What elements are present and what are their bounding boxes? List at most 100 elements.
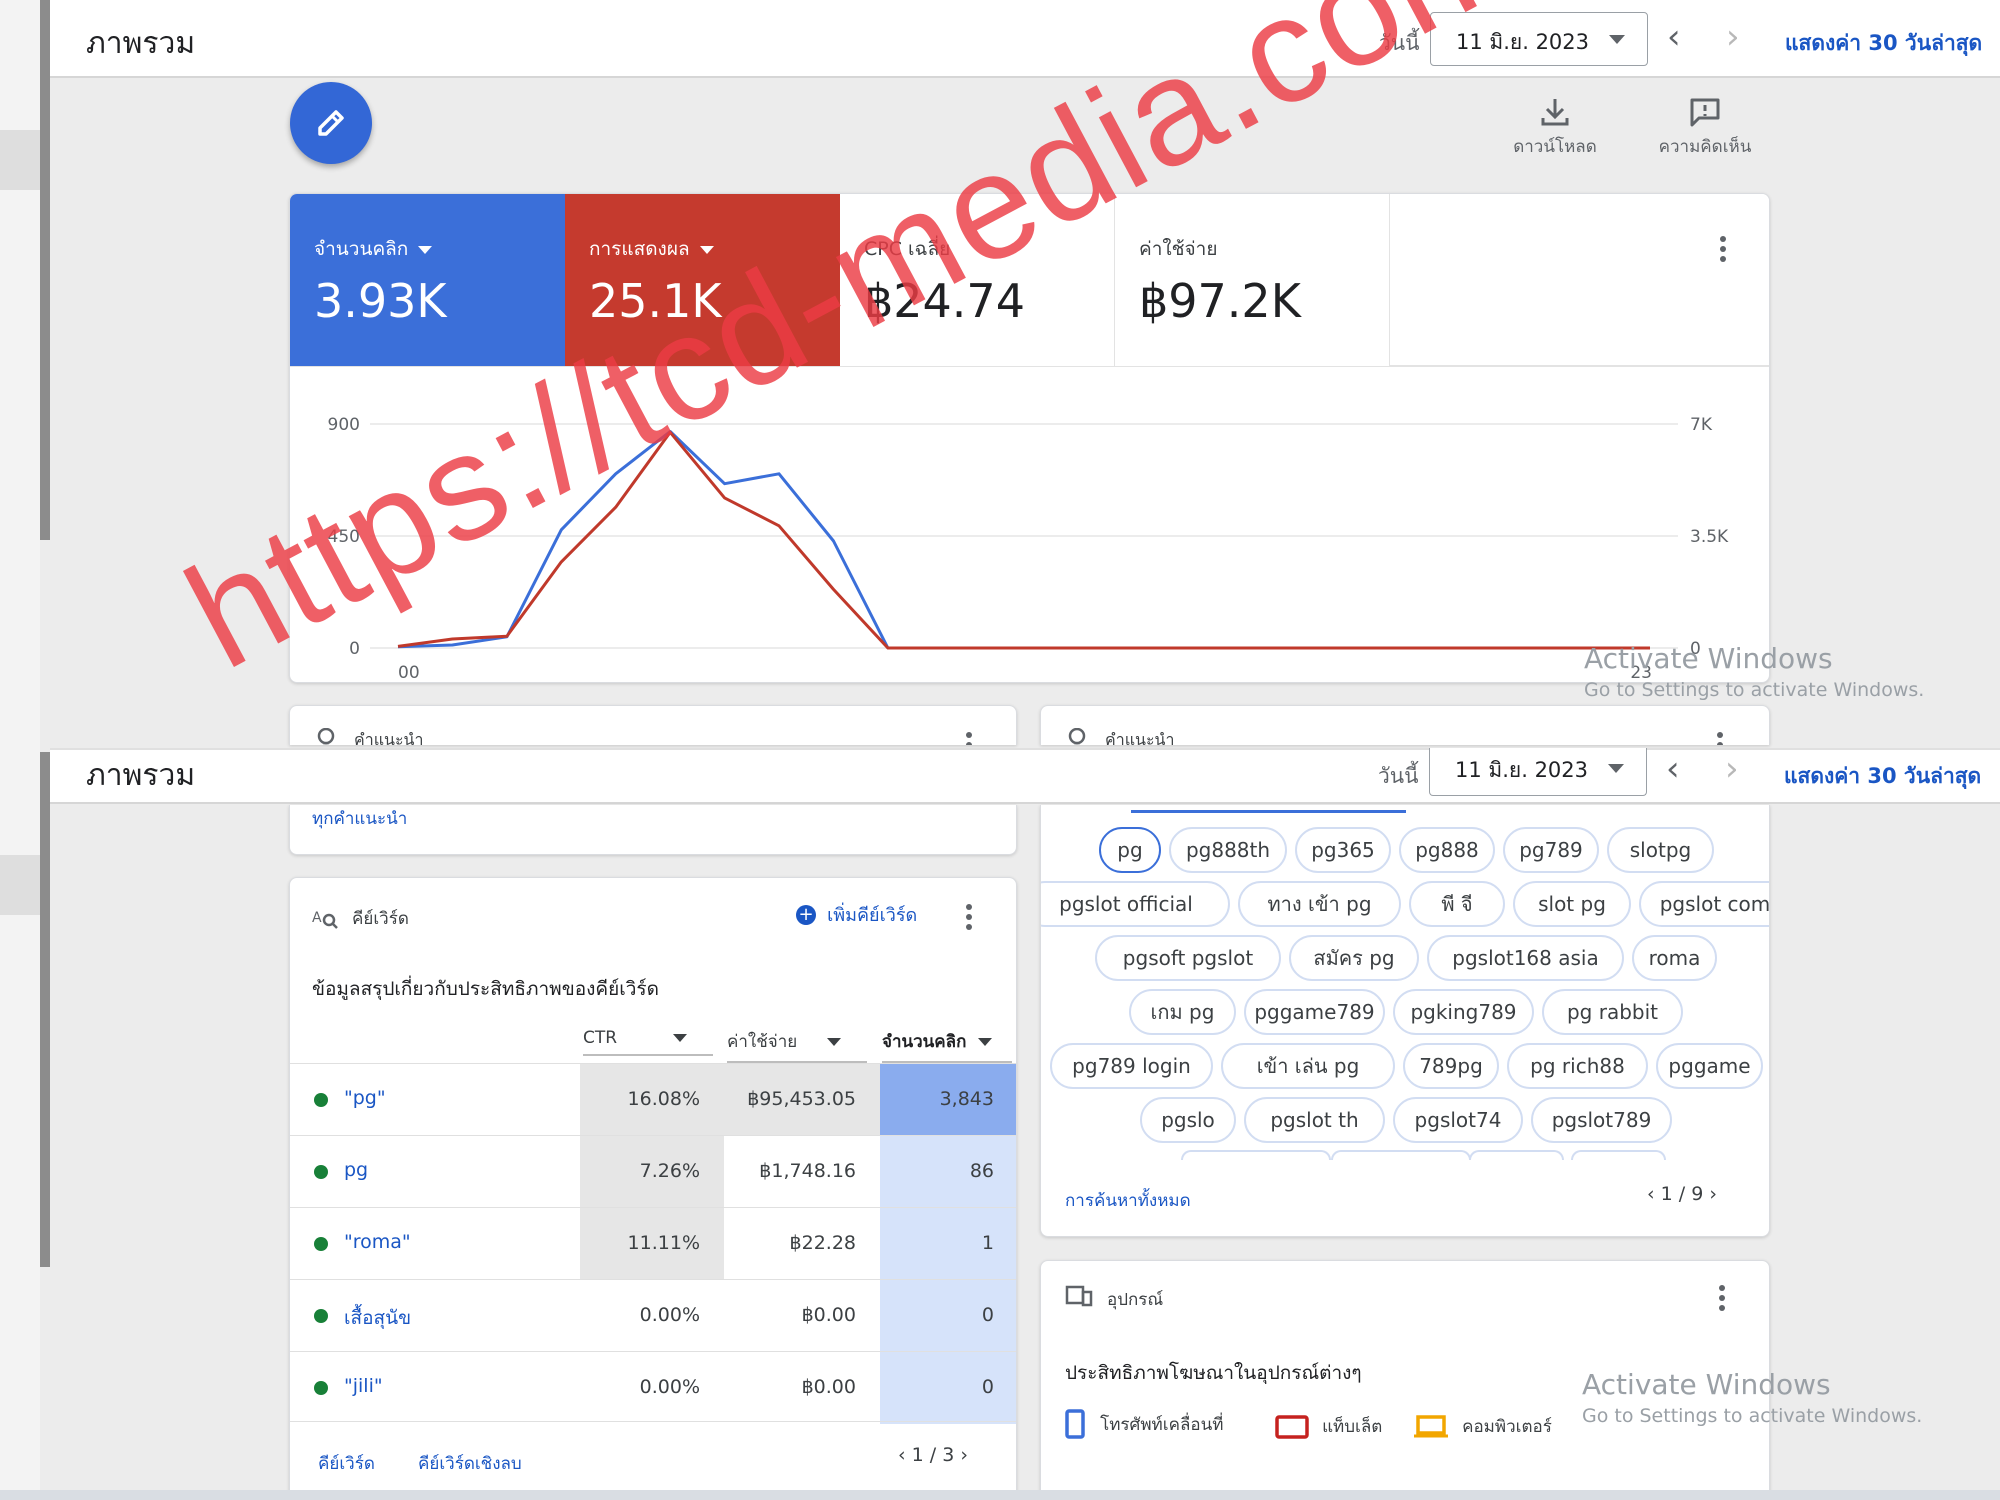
- search-term-chip[interactable]: slotpg: [1607, 827, 1714, 873]
- keyword-name[interactable]: "roma": [344, 1231, 411, 1253]
- ctr-cell: 7.26%: [580, 1136, 724, 1208]
- search-term-chip[interactable]: pg365: [1295, 827, 1391, 873]
- left-scrollbar[interactable]: [40, 0, 50, 540]
- search-term-chip[interactable]: pgslo: [1140, 1097, 1236, 1143]
- pencil-icon: [318, 110, 344, 136]
- more-options-icon[interactable]: [1717, 732, 1723, 745]
- search-term-chip[interactable]: roma: [1632, 935, 1717, 981]
- clicks-header-label: จำนวนคลิก: [882, 1032, 967, 1052]
- sort-caret-icon: [673, 1034, 688, 1042]
- table-row[interactable]: เสื้อสุนัข 0.00% ฿0.00 0: [290, 1279, 1016, 1352]
- left-nav-active-item-2: [0, 855, 40, 915]
- svg-text:A: A: [312, 910, 322, 926]
- search-term-chip[interactable]: pgslot74: [1393, 1097, 1523, 1143]
- search-term-chip[interactable]: ทาง เข้า pg: [1238, 881, 1401, 927]
- metric-clicks-value: 3.93K: [314, 274, 447, 328]
- next-date-icon[interactable]: ›: [1726, 20, 1740, 54]
- table-row[interactable]: "pg" 16.08% ฿95,453.05 3,843: [290, 1063, 1016, 1136]
- search-term-chip[interactable]: pgslot official: [1041, 881, 1230, 927]
- search-term-chip-partial: [1571, 1150, 1666, 1160]
- prev-date-icon[interactable]: ‹: [1667, 20, 1681, 54]
- show-last-30-days-link[interactable]: แสดงค่า 30 วันล่าสุด: [1785, 27, 1982, 60]
- search-term-chip[interactable]: pgking789: [1393, 989, 1534, 1035]
- tab-negative-keywords[interactable]: คีย์เวิร์ดเชิงลบ: [418, 1450, 522, 1477]
- add-keyword-button[interactable]: + เพิ่มคีย์เวิร์ด: [796, 900, 917, 929]
- status-dot: [314, 1165, 328, 1179]
- column-header-clicks[interactable]: จำนวนคลิก: [882, 1028, 1012, 1063]
- keyword-name[interactable]: "jili": [344, 1375, 383, 1397]
- activate-line1: Activate Windows: [1582, 1368, 1831, 1401]
- prev-date-icon[interactable]: ‹: [1666, 752, 1680, 786]
- tab-keywords[interactable]: คีย์เวิร์ด: [318, 1450, 375, 1477]
- search-term-chip-partial: [1331, 1150, 1471, 1160]
- activate-line1: Activate Windows: [1584, 642, 1833, 675]
- laptop-icon: [1414, 1414, 1448, 1437]
- date-value-2: 11 มิ.ย. 2023: [1455, 758, 1589, 782]
- download-button[interactable]: ดาวน์โหลด: [1500, 96, 1610, 160]
- more-options-icon[interactable]: [1719, 1285, 1725, 1315]
- cost-header-label: ค่าใช้จ่าย: [727, 1032, 798, 1052]
- searches-pager: ‹ 1 / 9 ›: [1647, 1183, 1717, 1205]
- search-term-chip[interactable]: เข้า เล่น pg: [1221, 1043, 1395, 1089]
- page-title: ภาพรวม: [86, 26, 196, 61]
- next-page-icon[interactable]: ›: [960, 1444, 968, 1466]
- metric-cost[interactable]: ค่าใช้จ่าย ฿97.2K: [1115, 194, 1390, 366]
- show-last-30-days-link-2[interactable]: แสดงค่า 30 วันล่าสุด: [1784, 760, 1981, 793]
- more-options-icon[interactable]: [966, 904, 972, 934]
- edit-button[interactable]: [290, 82, 372, 164]
- keywords-subtitle: ข้อมูลสรุปเกี่ยวกับประสิทธิภาพของคีย์เวิ…: [312, 978, 659, 1000]
- date-select-2[interactable]: 11 มิ.ย. 2023: [1429, 748, 1647, 796]
- search-term-chip[interactable]: สมัคร pg: [1289, 935, 1419, 981]
- metric-cost-label: ค่าใช้จ่าย: [1139, 238, 1218, 260]
- table-row[interactable]: pg 7.26% ฿1,748.16 86: [290, 1135, 1016, 1208]
- all-recommendations-link[interactable]: ทุกคำแนะนำ: [312, 805, 407, 832]
- next-page-icon[interactable]: ›: [1709, 1183, 1717, 1205]
- search-term-chip[interactable]: pggame: [1656, 1043, 1763, 1089]
- search-term-chip[interactable]: pgslot com: [1639, 881, 1769, 927]
- column-header-ctr[interactable]: CTR: [583, 1028, 713, 1056]
- metric-clicks[interactable]: จำนวนคลิก 3.93K: [290, 194, 565, 366]
- search-term-chip[interactable]: pg: [1099, 827, 1161, 873]
- next-date-icon[interactable]: ›: [1725, 752, 1739, 786]
- status-dot: [314, 1237, 328, 1251]
- keyword-name[interactable]: "pg": [344, 1087, 386, 1109]
- table-row[interactable]: "jili" 0.00% ฿0.00 0: [290, 1351, 1016, 1424]
- column-header-cost[interactable]: ค่าใช้จ่าย: [727, 1028, 867, 1063]
- left-nav-strip: [0, 0, 40, 1500]
- recommendation-card-right: คำแนะนำ: [1040, 705, 1770, 745]
- feedback-button[interactable]: ความคิดเห็น: [1645, 96, 1765, 160]
- activate-windows-notice-2: Activate Windows Go to Settings to activ…: [1582, 1368, 1922, 1427]
- table-row[interactable]: "roma" 11.11% ฿22.28 1: [290, 1207, 1016, 1280]
- left-scrollbar-2[interactable]: [40, 752, 50, 1267]
- prev-page-icon[interactable]: ‹: [898, 1444, 906, 1466]
- search-term-chip[interactable]: pgslot789: [1531, 1097, 1672, 1143]
- search-term-chip[interactable]: pgslot168 asia: [1427, 935, 1624, 981]
- search-term-chip[interactable]: เกม pg: [1129, 989, 1236, 1035]
- top-header: ภาพรวม วันนี้ 11 มิ.ย. 2023 ‹ › แสดงค่า …: [50, 0, 2000, 78]
- search-term-chip[interactable]: pg888th: [1169, 827, 1287, 873]
- search-term-chip[interactable]: pgsoft pgslot: [1095, 935, 1281, 981]
- search-term-chip[interactable]: pg888: [1399, 827, 1495, 873]
- all-searches-link[interactable]: การค้นหาทั้งหมด: [1065, 1187, 1191, 1214]
- search-term-chip[interactable]: pg rich88: [1507, 1043, 1648, 1089]
- search-term-chip[interactable]: pg rabbit: [1542, 989, 1683, 1035]
- status-dot: [314, 1093, 328, 1107]
- keyword-name[interactable]: เสื้อสุนัข: [344, 1303, 411, 1333]
- search-term-chip-partial: [1181, 1150, 1331, 1160]
- search-term-chip[interactable]: slot pg: [1513, 881, 1631, 927]
- search-term-chip[interactable]: pggame789: [1244, 989, 1385, 1035]
- metric-clicks-label: จำนวนคลิก: [314, 238, 409, 260]
- search-term-chip[interactable]: พี จี: [1409, 881, 1505, 927]
- prev-page-icon[interactable]: ‹: [1647, 1183, 1655, 1205]
- more-options-icon[interactable]: [966, 732, 972, 745]
- search-term-chip[interactable]: 789pg: [1403, 1043, 1499, 1089]
- keyword-name[interactable]: pg: [344, 1159, 368, 1181]
- search-term-chip[interactable]: pg789 login: [1050, 1043, 1213, 1089]
- legend-tablet: แท็บเล็ต: [1275, 1413, 1382, 1440]
- search-term-chip[interactable]: pg789: [1503, 827, 1599, 873]
- search-term-chip[interactable]: pgslot th: [1244, 1097, 1385, 1143]
- more-options-icon[interactable]: [1720, 236, 1726, 266]
- keyword-search-icon: A: [312, 910, 338, 929]
- taskbar-edge: [0, 1490, 2000, 1500]
- activate-windows-notice: Activate Windows Go to Settings to activ…: [1584, 642, 1924, 701]
